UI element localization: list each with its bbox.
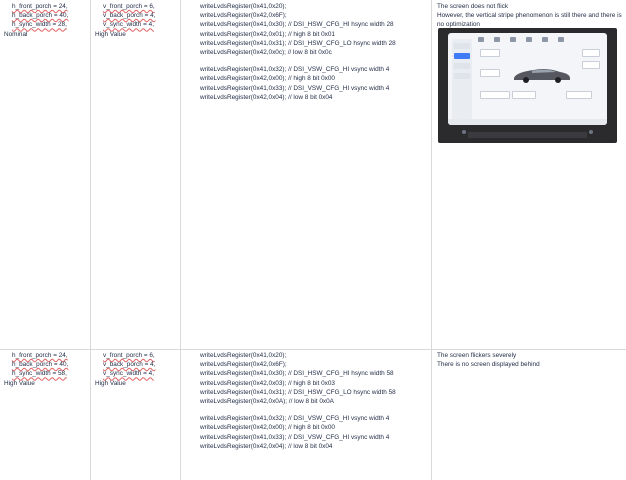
param-line: v_front_porch = 6, xyxy=(103,352,155,359)
code-spacer xyxy=(200,57,427,65)
result-note: There is no screen displayed behind xyxy=(437,361,540,369)
param-level: High Value xyxy=(4,379,35,387)
param-line: h_sync_width = 58, xyxy=(12,370,67,378)
h-params-cell: h_front_porch = 24, h_back_porch = 40, h… xyxy=(0,0,91,349)
v-params-cell: v_front_porch = 6, v_back_porch = 4, v_s… xyxy=(91,0,181,349)
code-line: writeLvdsRegister(0x41,0x32); // DSI_VSW… xyxy=(200,415,390,423)
param-line: v_back_porch = 4, xyxy=(103,361,156,369)
code-line: writeLvdsRegister(0x41,0x31); // DSI_HSW… xyxy=(200,39,396,47)
car-image xyxy=(514,68,570,83)
code-spacer xyxy=(200,406,427,414)
display-photo xyxy=(438,28,617,143)
screen-topbar xyxy=(478,37,602,44)
param-level: Nominal xyxy=(4,30,28,38)
code-line: writeLvdsRegister(0x41,0x30); // DSI_HSW… xyxy=(200,370,394,378)
display-stand xyxy=(468,132,587,138)
param-level: High Value xyxy=(95,379,126,387)
code-line: writeLvdsRegister(0x41,0x32); // DSI_VSW… xyxy=(200,66,390,74)
code-line: writeLvdsRegister(0x42,0x00); // high 8 … xyxy=(200,75,335,83)
result-cell: The screen flickers severely There is no… xyxy=(432,349,626,480)
v-params-cell: v_front_porch = 6, v_back_porch = 4, v_s… xyxy=(91,349,181,480)
screen-image xyxy=(448,33,607,125)
code-line: writeLvdsRegister(0x42,0x6F); xyxy=(200,12,287,20)
code-line: writeLvdsRegister(0x42,0x03); // high 8 … xyxy=(200,379,335,387)
h-params-cell: h_front_porch = 24, h_back_porch = 40, h… xyxy=(0,349,91,480)
table-row: h_front_porch = 24, h_back_porch = 40, h… xyxy=(0,349,626,480)
code-line: writeLvdsRegister(0x41,0x20); xyxy=(200,3,287,10)
register-code-cell: writeLvdsRegister(0x41,0x20); writeLvdsR… xyxy=(181,349,432,480)
register-code-cell: writeLvdsRegister(0x41,0x20); writeLvdsR… xyxy=(181,0,432,349)
code-line: writeLvdsRegister(0x42,0x0c); // low 8 b… xyxy=(200,49,332,57)
result-note: The screen flickers severely xyxy=(437,352,517,359)
code-line: writeLvdsRegister(0x41,0x30); // DSI_HSW… xyxy=(200,21,394,29)
param-line: h_front_porch = 24, xyxy=(12,352,68,359)
param-line: v_sync_width = 4, xyxy=(103,370,154,378)
code-line: writeLvdsRegister(0x42,0x00); // high 8 … xyxy=(200,424,335,432)
param-level: High Value xyxy=(95,30,126,38)
param-line: h_front_porch = 24, xyxy=(12,3,68,10)
param-line: h_sync_width = 28, xyxy=(12,21,67,29)
result-note: However, the vertical stripe phenomenon … xyxy=(437,12,622,29)
code-line: writeLvdsRegister(0x41,0x33); // DSI_VSW… xyxy=(200,84,390,92)
param-line: v_front_porch = 6, xyxy=(103,3,155,10)
screen-sidebar xyxy=(452,39,472,119)
result-note: The screen does not flick xyxy=(437,3,509,10)
code-line: writeLvdsRegister(0x41,0x33); // DSI_VSW… xyxy=(200,433,390,441)
code-line: writeLvdsRegister(0x42,0x04); // low 8 b… xyxy=(200,93,333,101)
param-line: h_back_porch = 40, xyxy=(12,12,69,20)
code-line: writeLvdsRegister(0x42,0x01); // high 8 … xyxy=(200,30,335,38)
code-line: writeLvdsRegister(0x41,0x20); xyxy=(200,352,287,359)
code-line: writeLvdsRegister(0x41,0x31); // DSI_HSW… xyxy=(200,388,396,396)
results-table: h_front_porch = 24, h_back_porch = 40, h… xyxy=(0,0,626,480)
param-line: v_back_porch = 4, xyxy=(103,12,156,20)
code-line: writeLvdsRegister(0x42,0x6F); xyxy=(200,361,287,369)
code-line: writeLvdsRegister(0x42,0x0A); // low 8 b… xyxy=(200,398,334,406)
screen-dock xyxy=(448,119,607,125)
code-line: writeLvdsRegister(0x42,0x04); // low 8 b… xyxy=(200,442,333,450)
param-line: v_sync_width = 4, xyxy=(103,21,154,29)
param-line: h_back_porch = 40, xyxy=(12,361,69,369)
